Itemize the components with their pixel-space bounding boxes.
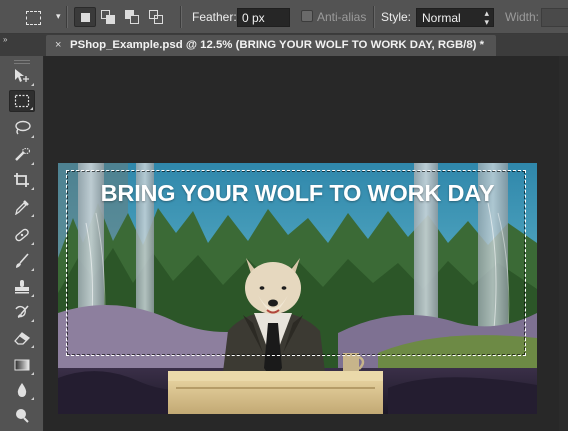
new-selection-icon (81, 13, 90, 22)
style-label: Style: (381, 10, 412, 24)
rectangular-marquee-icon (26, 11, 41, 25)
history-brush-tool[interactable] (9, 301, 35, 323)
close-icon[interactable]: × (55, 39, 61, 51)
rectangular-marquee-icon (14, 94, 30, 108)
bandage-icon (15, 228, 29, 242)
lasso-icon (15, 120, 31, 135)
clone-stamp-tool[interactable] (9, 276, 35, 298)
eyedropper-tool[interactable] (9, 196, 35, 218)
dodge-icon (16, 409, 29, 423)
document-tab-title: PShop_Example.psd @ 12.5% (BRING YOUR WO… (70, 39, 485, 51)
gradient-icon (14, 359, 30, 371)
brush-tool[interactable] (9, 250, 35, 272)
crop-icon (14, 173, 29, 187)
anti-alias-label: Anti-alias (317, 10, 367, 24)
eraser-tool[interactable] (9, 327, 35, 349)
eyedropper-icon (15, 200, 29, 215)
history-brush-icon (15, 305, 29, 318)
feather-label: Feather: (192, 10, 237, 24)
eraser-icon (14, 332, 31, 345)
lasso-tool[interactable] (9, 117, 35, 139)
dodge-tool[interactable] (9, 404, 35, 426)
marquee-selection[interactable] (66, 170, 526, 356)
brush-icon (16, 253, 29, 268)
move-icon (15, 69, 29, 82)
document-tabs-bar: » × PShop_Example.psd @ 12.5% (BRING YOU… (0, 34, 568, 56)
document-canvas[interactable]: BRING YOUR WOLF TO WORK DAY (58, 163, 537, 414)
vertical-scroll-area[interactable] (559, 56, 568, 431)
chevron-updown-icon: ▴ ▾ (484, 8, 489, 27)
canvas-workspace[interactable]: BRING YOUR WOLF TO WORK DAY (44, 56, 568, 431)
move-tool[interactable] (9, 65, 35, 87)
width-input[interactable] (541, 8, 568, 27)
chevron-down-icon: ▾ (56, 11, 61, 21)
add-to-selection-button[interactable] (98, 7, 120, 27)
feather-input[interactable]: 0 px (237, 8, 290, 27)
style-select[interactable]: Normal ▴ ▾ (416, 8, 494, 27)
anti-alias-checkbox[interactable] (301, 10, 313, 22)
tools-panel (0, 56, 44, 431)
rectangular-marquee-tool[interactable] (9, 90, 35, 112)
divider (66, 6, 67, 28)
gradient-tool[interactable] (9, 354, 35, 376)
new-selection-button[interactable] (74, 7, 96, 27)
subtract-from-selection-button[interactable] (122, 7, 144, 27)
stamp-icon (15, 280, 29, 294)
spot-healing-tool[interactable] (9, 224, 35, 246)
collapse-panels-icon[interactable]: » (3, 35, 8, 44)
blur-drop-icon (17, 383, 27, 397)
photoshop-window: ▾ Feather: 0 px Anti-alias Style: Normal… (0, 0, 568, 431)
divider (180, 6, 181, 28)
options-bar: ▾ Feather: 0 px Anti-alias Style: Normal… (0, 0, 568, 34)
style-select-value: Normal (422, 11, 461, 25)
intersect-with-selection-button[interactable] (146, 7, 168, 27)
quick-selection-icon (15, 147, 31, 161)
tool-preset-picker[interactable]: ▾ (24, 8, 61, 26)
crop-tool[interactable] (9, 169, 35, 191)
width-label: Width: (505, 10, 540, 24)
panel-grip[interactable] (14, 60, 30, 64)
quick-selection-tool[interactable] (9, 144, 35, 166)
blur-tool[interactable] (9, 379, 35, 401)
document-tab[interactable]: × PShop_Example.psd @ 12.5% (BRING YOUR … (46, 35, 496, 56)
divider (373, 6, 374, 28)
